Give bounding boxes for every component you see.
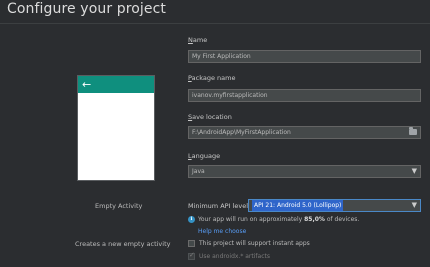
package-name-label: Package name xyxy=(188,74,236,82)
instant-apps-checkbox[interactable] xyxy=(188,240,195,247)
app-bar-preview: ← xyxy=(78,76,154,93)
info-icon: i xyxy=(188,216,195,223)
save-location-field[interactable]: F:\AndroidApp\MyFirstApplication xyxy=(188,126,421,139)
save-location-value: F:\AndroidApp\MyFirstApplication xyxy=(192,129,291,136)
back-arrow-icon: ← xyxy=(82,78,92,91)
name-field[interactable]: My First Application xyxy=(188,50,421,63)
template-preview: ← xyxy=(77,75,155,181)
help-me-choose-link[interactable]: Help me choose xyxy=(198,228,246,235)
androidx-checkbox[interactable]: ✓ xyxy=(188,251,195,260)
chevron-down-icon: ▼ xyxy=(411,201,417,209)
language-value: Java xyxy=(192,168,205,175)
title-divider xyxy=(0,23,430,24)
template-description: Creates a new empty activity xyxy=(75,240,171,248)
androidx-label: Use androidx.* artifacts xyxy=(199,253,270,260)
folder-icon[interactable] xyxy=(409,127,417,135)
template-name: Empty Activity xyxy=(95,202,143,210)
language-select[interactable]: Java ▼ xyxy=(188,165,421,178)
minimum-api-select[interactable]: API 21: Android 5.0 (Lollipop) ▼ xyxy=(248,199,421,212)
package-name-field[interactable]: ivanov.myfirstapplication xyxy=(188,89,421,102)
page-title: Configure your project xyxy=(7,1,167,17)
name-label: Name xyxy=(188,36,208,44)
language-label: Language xyxy=(188,152,221,160)
check-icon: ✓ xyxy=(189,251,195,259)
chevron-down-icon: ▼ xyxy=(411,167,417,175)
instant-apps-label[interactable]: This project will support instant apps xyxy=(199,240,310,247)
minimum-api-label: Minimum API level xyxy=(188,202,248,210)
api-coverage-info: Your app will run on approximately 85,0%… xyxy=(198,216,360,223)
save-location-label: Save location xyxy=(188,113,232,121)
minimum-api-value: API 21: Android 5.0 (Lollipop) xyxy=(252,200,344,211)
